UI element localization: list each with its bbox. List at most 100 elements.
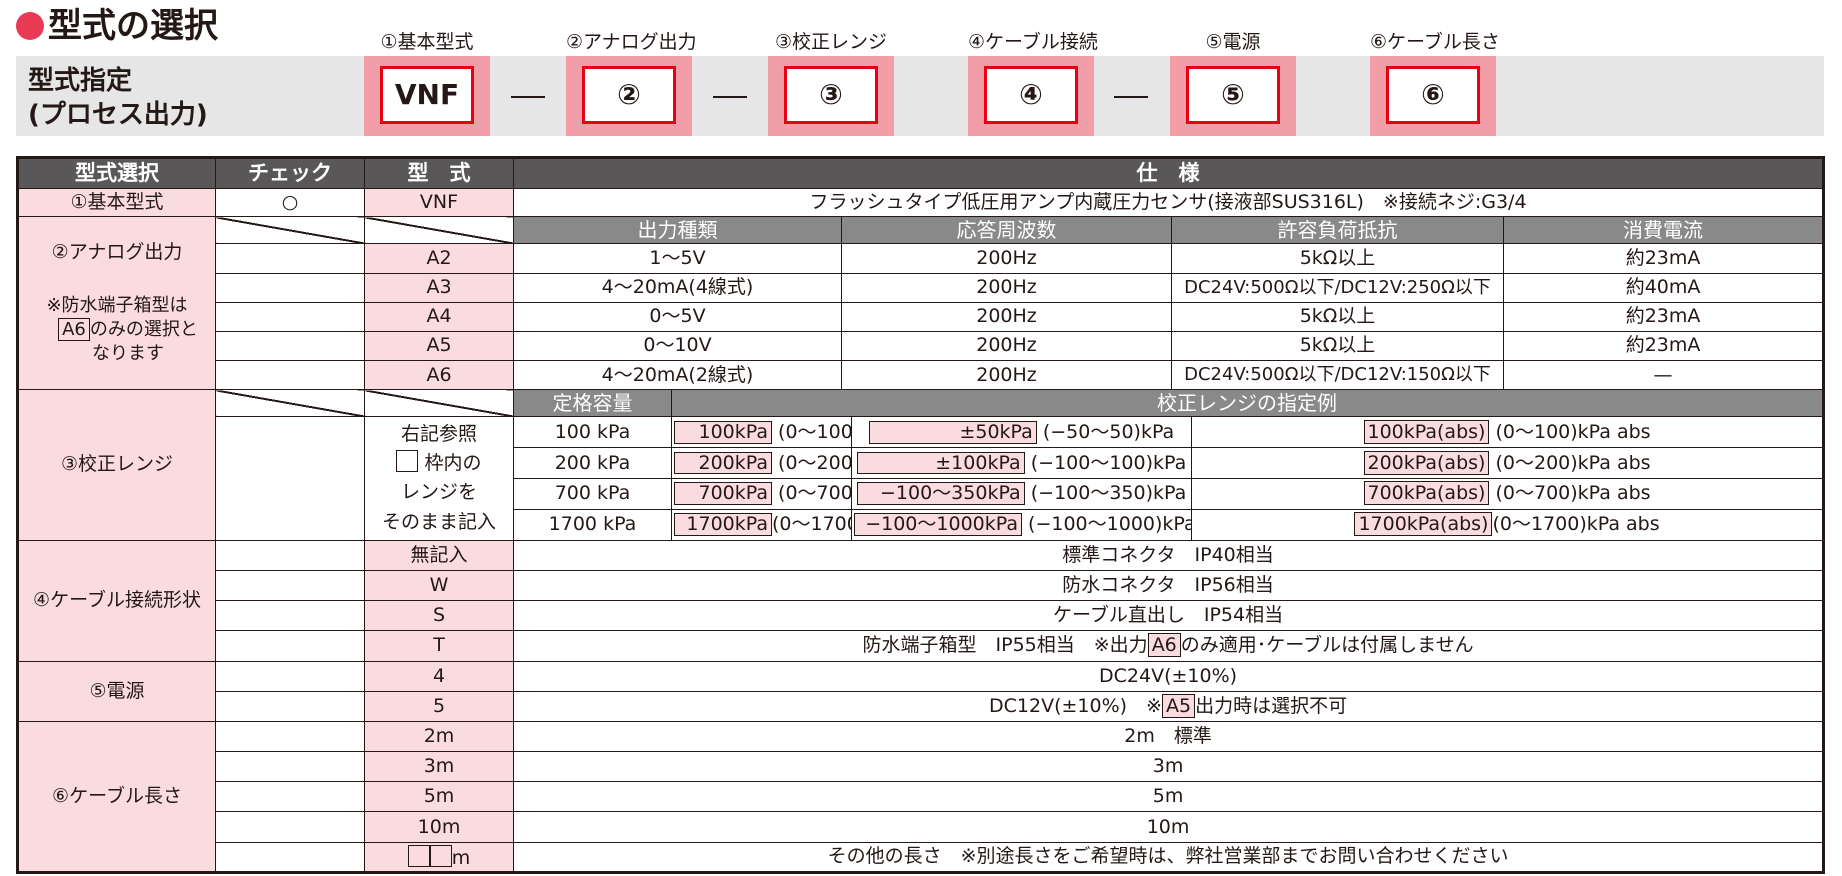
range-value: (0～100)kPa abs <box>1495 420 1651 443</box>
slot-power-supply[interactable]: ⑤ <box>1186 66 1280 124</box>
check-mark-basic[interactable]: ○ <box>215 188 365 218</box>
slot-basic-model[interactable]: VNF <box>380 66 474 124</box>
range-value: (0～100)kPa <box>778 420 850 443</box>
separator-dash <box>511 96 545 98</box>
model-code-vnf: VNF <box>364 188 514 218</box>
table-row: m その他の長さ ※別途長さをご希望時は、弊社営業部までお問い合わせください <box>18 841 1825 874</box>
check-cell[interactable] <box>215 359 365 391</box>
range-example-1: 100kPa (0～100)kPa <box>671 416 852 449</box>
length-spec: 3m <box>512 751 1825 783</box>
model-code: 5m <box>364 781 514 813</box>
range-note-line1: 右記参照 <box>400 422 477 445</box>
range-example-1: 700kPa (0～700)kPa <box>671 477 852 510</box>
check-cell[interactable] <box>215 243 365 274</box>
table-row: A4 0～5V 200Hz 5kΩ以上 約23mA <box>18 301 1825 332</box>
range-example-3: 1700kPa(abs) (0～1700)kPa abs <box>1190 508 1825 541</box>
response-frequency: 200Hz <box>841 301 1172 332</box>
row-label-length: ⑥ケーブル長さ <box>17 720 216 874</box>
check-cell[interactable] <box>215 301 365 332</box>
range-code: 100kPa(abs) <box>1363 419 1490 444</box>
check-cell[interactable] <box>215 569 365 602</box>
bullet-dot-icon <box>16 12 44 40</box>
analog-note-line1: ※防水端子箱型は <box>46 294 188 316</box>
blank-box-icon <box>429 844 452 867</box>
model-code: S <box>364 600 514 632</box>
table-row: T 防水端子箱型 IP55相当 ※出力 A6 のみ適用･ケーブルは付属しません <box>18 630 1825 662</box>
model-code: 3m <box>364 751 514 783</box>
check-cell[interactable] <box>215 272 365 303</box>
check-cell[interactable] <box>215 660 365 692</box>
table-row: S ケーブル直出し IP54相当 <box>18 600 1825 632</box>
current-consumption: 約40mA <box>1502 272 1825 303</box>
range-example-2: ±100kPa (−100～100)kPa <box>851 447 1192 479</box>
response-frequency: 200Hz <box>841 243 1172 274</box>
load-resistance: 5kΩ以上 <box>1171 301 1504 332</box>
range-value: (−50～50)kPa <box>1042 420 1175 443</box>
check-cell[interactable] <box>215 811 365 843</box>
slot-caption-cable: ④ケーブル接続 <box>968 31 1098 53</box>
analog-note-text: のみの選択と <box>89 318 198 340</box>
check-cell[interactable] <box>215 841 365 874</box>
check-cell[interactable] <box>215 690 365 722</box>
subheader-frequency: 応答周波数 <box>841 216 1172 245</box>
check-cell[interactable] <box>215 539 365 571</box>
table-row: ④ケーブル接続形状 無記入 標準コネクタ IP40相当 <box>17 539 1825 662</box>
slot-cable-connection[interactable]: ④ <box>984 66 1078 124</box>
output-type: 0～5V <box>513 301 842 332</box>
range-code: 1700kPa(abs) <box>1354 512 1493 537</box>
slot-calibration-range[interactable]: ③ <box>784 66 878 124</box>
response-frequency: 200Hz <box>841 272 1172 303</box>
rated-capacity: 100 kPa <box>513 416 672 449</box>
response-frequency: 200Hz <box>841 330 1172 361</box>
check-cell[interactable] <box>215 751 365 783</box>
load-resistance: 5kΩ以上 <box>1171 330 1504 361</box>
range-value: (0～200)kPa abs <box>1495 451 1651 474</box>
cable-spec: ケーブル直出し IP54相当 <box>512 600 1825 632</box>
table-row: A2 1～5V 200Hz 5kΩ以上 約23mA <box>18 243 1825 274</box>
power-spec: DC12V(±10%) ※ A5 出力時は選択不可 <box>512 690 1825 722</box>
check-cell[interactable] <box>215 720 365 753</box>
page-title: 型式の選択 <box>16 6 218 46</box>
separator-dash <box>713 96 747 98</box>
range-value: (−100～350)kPa <box>1030 482 1187 505</box>
table-row: ⑥ケーブル長さ 2m 2m 標準 <box>17 720 1825 874</box>
row-label-cable: ④ケーブル接続形状 <box>17 539 216 662</box>
slot-analog-output[interactable]: ② <box>582 66 676 124</box>
length-spec: 10m <box>512 811 1825 843</box>
table-row: ①基本型式 ○ VNF フラッシュタイプ低圧用アンプ内蔵圧力センサ(接液部SUS… <box>17 188 1825 218</box>
model-code: A2 <box>364 243 514 274</box>
diagonal-cell <box>364 216 514 245</box>
range-value: (0～200)kPa <box>778 451 850 474</box>
check-cell[interactable] <box>215 600 365 632</box>
current-consumption: 約23mA <box>1502 301 1825 332</box>
range-example-2: −100～1000kPa (−100～1000)kPa <box>851 508 1192 541</box>
cable-spec: 防水コネクタ IP56相当 <box>512 569 1825 602</box>
range-code: 200kPa <box>674 451 772 475</box>
check-cell[interactable] <box>215 781 365 813</box>
check-cell[interactable] <box>215 630 365 662</box>
output-type: 4～20mA(4線式) <box>513 272 842 303</box>
output-type: 4～20mA(2線式) <box>513 359 842 391</box>
model-code: T <box>364 630 514 662</box>
length-unit: m <box>451 846 471 869</box>
header-model: 型 式 <box>364 156 514 190</box>
model-code: 10m <box>364 811 514 843</box>
length-spec: 2m 標準 <box>512 720 1825 753</box>
table-row: ③校正レンジ 定格容量 校正レンジの指定例 <box>17 389 1825 541</box>
check-cell[interactable] <box>215 330 365 361</box>
range-example-3: 200kPa(abs) (0～200)kPa abs <box>1190 447 1825 479</box>
range-value: (0～1700)kPa abs <box>1492 513 1660 536</box>
check-cell[interactable] <box>215 416 365 541</box>
range-example-2: −100～350kPa (−100～350)kPa <box>851 477 1192 510</box>
model-code: A5 <box>364 330 514 361</box>
subheader-load: 許容負荷抵抗 <box>1171 216 1504 245</box>
range-value: (−100～1000)kPa <box>1028 513 1192 536</box>
range-note-line2: 枠内の <box>367 449 511 478</box>
table-row: ⑤電源 4 DC24V(±10%) <box>17 660 1825 722</box>
model-code: 無記入 <box>364 539 514 571</box>
model-code: 2m <box>364 720 514 753</box>
range-value: (0～1700)kPa <box>772 513 851 536</box>
slot-cable-length[interactable]: ⑥ <box>1386 66 1480 124</box>
header-check: チェック <box>215 156 365 190</box>
spec-basic: フラッシュタイプ低圧用アンプ内蔵圧力センサ(接液部SUS316L) ※接続ネジ:… <box>512 188 1825 218</box>
